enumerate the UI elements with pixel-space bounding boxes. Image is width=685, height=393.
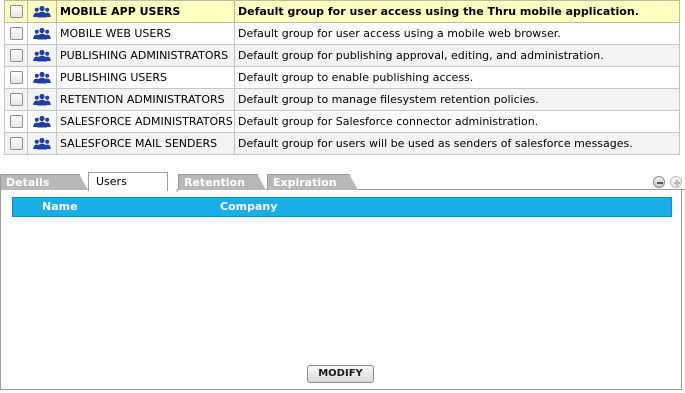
users-table-header: Name Company [12, 197, 672, 217]
group-icon-cell [27, 22, 57, 45]
users-group-icon [33, 93, 51, 106]
users-group-icon [33, 115, 51, 128]
group-description: Default group for users will be used as … [234, 132, 680, 155]
group-row[interactable]: SALESFORCE MAIL SENDERS Default group for… [4, 132, 680, 155]
row-checkbox[interactable] [9, 5, 23, 18]
group-name[interactable]: SALESFORCE MAIL SENDERS [56, 132, 235, 155]
column-header-name[interactable]: Name [42, 198, 78, 216]
row-checkbox[interactable] [9, 71, 23, 84]
group-row[interactable]: PUBLISHING USERS Default group to enable … [4, 66, 680, 89]
expand-circle-icon[interactable] [670, 176, 682, 188]
group-icon-cell [27, 66, 57, 89]
group-row-checkbox-cell [4, 0, 28, 23]
group-row-checkbox-cell [4, 44, 28, 67]
row-checkbox[interactable] [9, 137, 23, 150]
group-description: Default group for Salesforce connector a… [234, 110, 680, 133]
group-description: Default group to enable publishing acces… [234, 66, 680, 89]
collapse-circle-icon[interactable] [653, 176, 665, 188]
group-row-checkbox-cell [4, 110, 28, 133]
group-row-checkbox-cell [4, 88, 28, 111]
tab-expiration[interactable]: Expiration [267, 174, 358, 190]
group-description: Default group for publishing approval, e… [234, 44, 680, 67]
users-panel: Name Company MODIFY [0, 190, 682, 390]
groups-table-body: MOBILE APP USERS Default group for user a… [4, 0, 680, 155]
group-name[interactable]: RETENTION ADMINISTRATORS [56, 88, 235, 111]
group-row[interactable]: PUBLISHING ADMINISTRATORS Default group f… [4, 44, 680, 67]
users-table-body [12, 217, 672, 380]
group-row[interactable]: MOBILE WEB USERS Default group for user a… [4, 22, 680, 45]
group-name[interactable]: PUBLISHING ADMINISTRATORS [56, 44, 235, 67]
group-row-checkbox-cell [4, 22, 28, 45]
tab-retention[interactable]: Retention [178, 174, 266, 190]
group-row-checkbox-cell [4, 66, 28, 89]
row-checkbox[interactable] [9, 27, 23, 40]
group-row[interactable]: MOBILE APP USERS Default group for user a… [4, 0, 680, 23]
row-checkbox[interactable] [9, 115, 23, 128]
group-icon-cell [27, 88, 57, 111]
group-icon-cell [27, 110, 57, 133]
group-icon-cell [27, 44, 57, 67]
tab-users[interactable]: Users [88, 172, 177, 191]
users-group-icon [33, 137, 51, 150]
column-header-company[interactable]: Company [220, 198, 277, 216]
group-icon-cell [27, 132, 57, 155]
users-group-icon [33, 49, 51, 62]
group-name[interactable]: SALESFORCE ADMINISTRATORS [56, 110, 235, 133]
users-group-icon [33, 5, 51, 18]
detail-tabs: Details Expiration Retention Users [0, 172, 685, 191]
group-name[interactable]: MOBILE APP USERS [56, 0, 235, 23]
tab-details[interactable]: Details [0, 174, 88, 190]
users-group-icon [33, 71, 51, 84]
group-icon-cell [27, 0, 57, 23]
group-description: Default group to manage filesystem reten… [234, 88, 680, 111]
group-description: Default group for user access using a mo… [234, 22, 680, 45]
groups-table: MOBILE APP USERS Default group for user a… [4, 0, 680, 155]
modify-button[interactable]: MODIFY [307, 365, 374, 383]
users-group-icon [33, 27, 51, 40]
group-row[interactable]: RETENTION ADMINISTRATORS Default group to… [4, 88, 680, 111]
group-name[interactable]: PUBLISHING USERS [56, 66, 235, 89]
group-row[interactable]: SALESFORCE ADMINISTRATORS Default group f… [4, 110, 680, 133]
row-checkbox[interactable] [9, 93, 23, 106]
group-name[interactable]: MOBILE WEB USERS [56, 22, 235, 45]
group-row-checkbox-cell [4, 132, 28, 155]
group-description: Default group for user access using the … [234, 0, 680, 23]
row-checkbox[interactable] [9, 49, 23, 62]
